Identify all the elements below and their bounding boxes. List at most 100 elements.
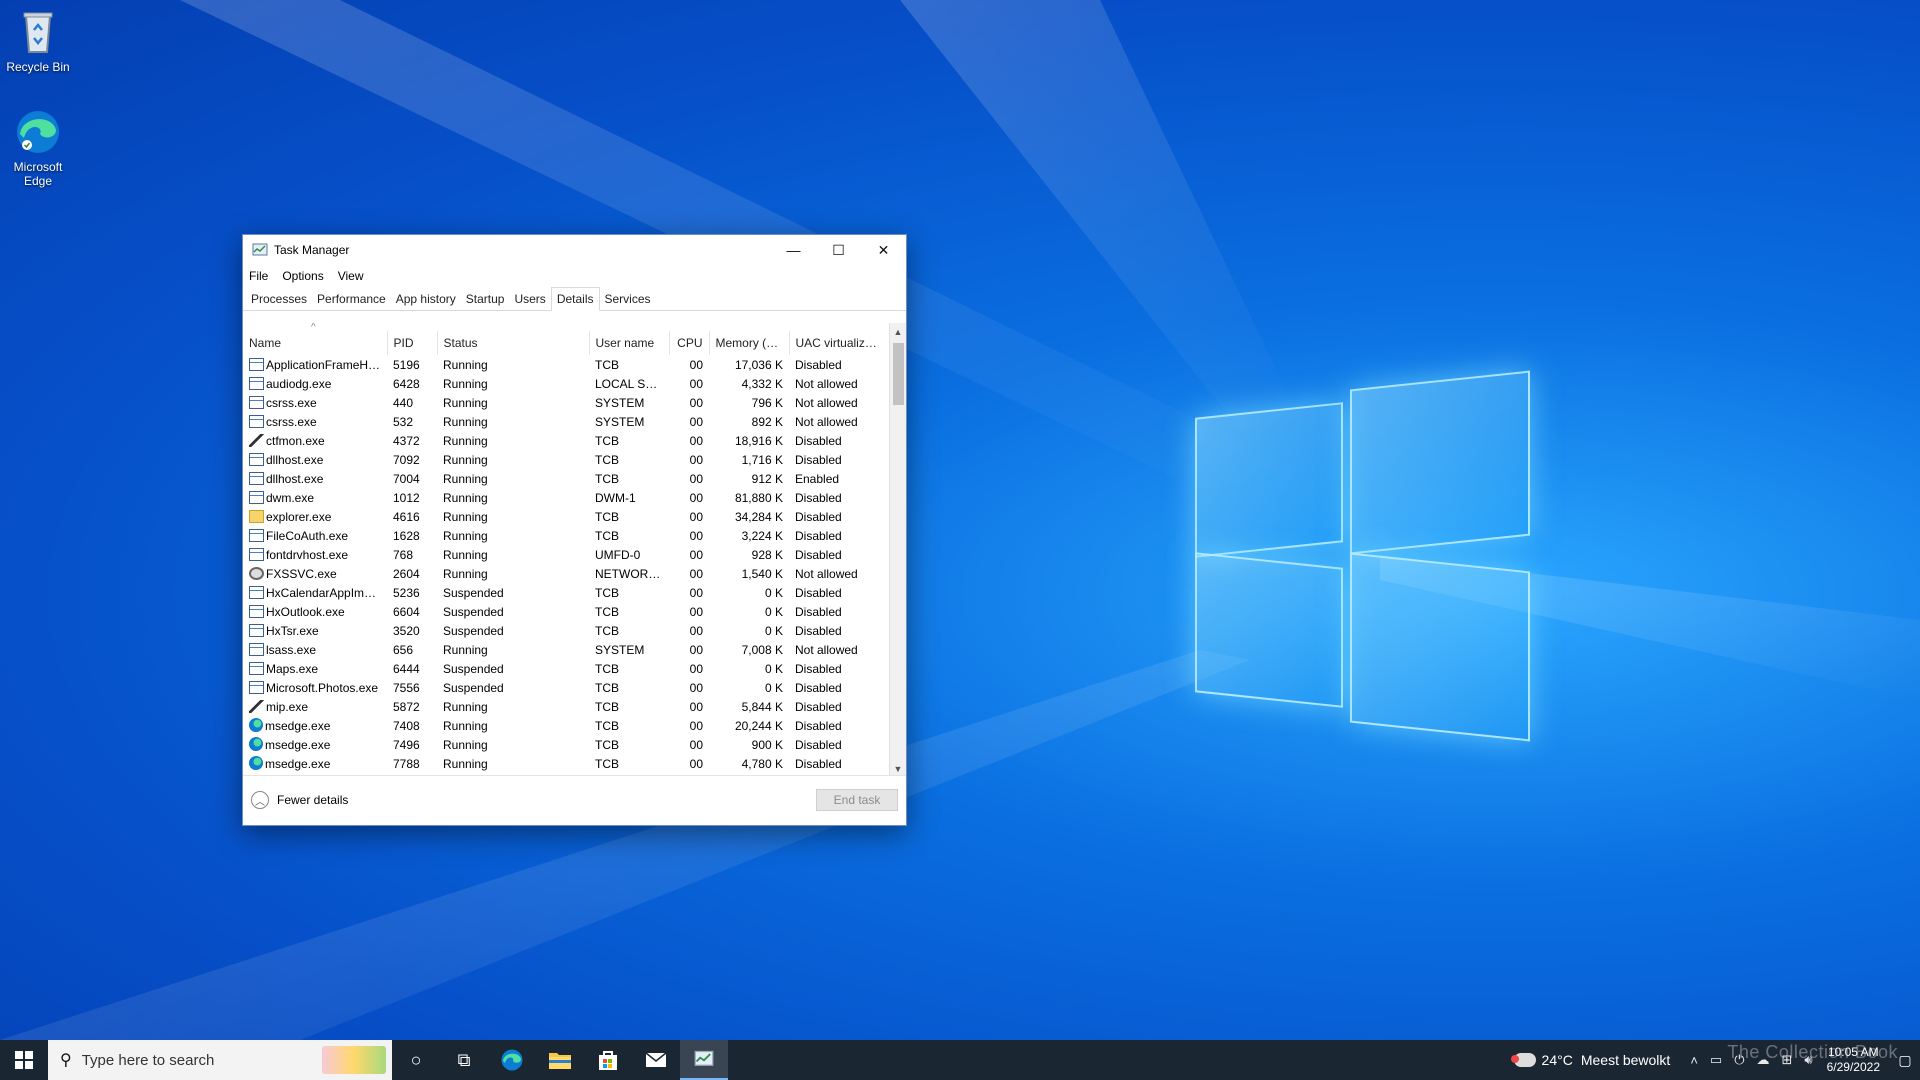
tab-app-history[interactable]: App history [391,288,461,310]
process-status: Running [443,452,488,467]
scroll-up-icon[interactable]: ▲ [890,323,906,340]
notification-icon: ▢ [1898,1051,1912,1068]
table-row[interactable]: HxCalendarAppImm... 5236 Suspended TCB 00 0 K… [243,583,889,602]
table-row[interactable]: dllhost.exe 7092 Running TCB 00 1,716 K Disabl… [243,450,889,469]
scrollbar-thumb[interactable] [893,343,904,405]
table-row[interactable]: HxOutlook.exe 6604 Suspended TCB 00 0 K Disabl… [243,602,889,621]
table-row[interactable]: ApplicationFrameHo... 5196 Running TCB 00 17,… [243,355,889,374]
column-header-status[interactable]: Status [437,331,590,355]
column-header-pid[interactable]: PID [387,331,438,355]
table-header: Name PID Status User name CPU Memory (a.… [243,331,890,355]
process-name-text: csrss.exe [266,414,317,429]
table-row[interactable]: HxTsr.exe 3520 Suspended TCB 00 0 K Disabled [243,621,889,640]
table-row[interactable]: audiodg.exe 6428 Running LOCAL SE... 00 4,332… [243,374,889,393]
tab-details[interactable]: Details [550,287,600,311]
table-row[interactable]: Microsoft.Photos.exe 7556 Suspended TCB 00 0 … [243,678,889,697]
file-explorer-icon [549,1053,571,1069]
process-memory: 900 K [751,737,783,752]
weather-description: Meest bewolkt [1580,1052,1671,1068]
process-user: TCB [595,471,619,486]
taskbar-mail-button[interactable] [632,1040,680,1080]
maximize-button[interactable]: ☐ [816,235,861,265]
process-user: SYSTEM [595,414,645,429]
process-uac: Disabled [795,661,842,676]
column-header-user-name[interactable]: User name [589,331,670,355]
process-status: Running [443,756,488,771]
taskbar-task-manager-button[interactable] [680,1040,728,1080]
menu-options[interactable]: Options [282,269,323,283]
window-process-icon [249,623,264,637]
tab-performance[interactable]: Performance [312,288,391,310]
table-row[interactable]: csrss.exe 532 Running SYSTEM 00 892 K Not allo… [243,412,889,431]
process-name-text: HxTsr.exe [266,623,319,638]
desktop-icon-edge[interactable]: Microsoft Edge [0,108,76,188]
table-row[interactable]: FXSSVC.exe 2604 Running NETWORK... 00 1,540 K… [243,564,889,583]
end-task-button[interactable]: End task [816,789,898,811]
table-row[interactable]: Maps.exe 6444 Suspended TCB 00 0 K Disabled [243,659,889,678]
menu-view[interactable]: View [338,269,364,283]
sort-indicator: ^ [311,323,316,333]
window-process-icon [249,471,264,485]
process-name-text: FXSSVC.exe [266,566,337,581]
process-uac: Disabled [795,699,842,714]
process-memory: 796 K [751,395,783,410]
table-row[interactable]: fontdrvhost.exe 768 Running UMFD-0 00 928 K Di… [243,545,889,564]
tab-processes[interactable]: Processes [246,288,312,310]
process-status: Running [443,528,488,543]
process-name-text: mip.exe [266,699,309,714]
taskbar-file-explorer-button[interactable] [536,1040,584,1080]
process-name: Microsoft.Photos.exe [243,678,387,697]
process-pid: 5196 [393,357,420,372]
desktop-icon-recycle-bin[interactable]: Recycle Bin [0,8,76,74]
cortana-button[interactable]: ○ [392,1040,440,1080]
fewer-details-button[interactable]: ︿ Fewer details [251,791,348,809]
process-name: lsass.exe [243,640,387,659]
table-row[interactable]: ctfmon.exe 4372 Running TCB 00 18,916 K Disabl… [243,431,889,450]
process-name: HxTsr.exe [243,621,387,640]
column-header-name[interactable]: Name [243,331,388,355]
tab-users[interactable]: Users [509,288,550,310]
column-header-uac[interactable]: UAC virtualizat... [789,331,890,355]
process-name: dwm.exe [243,488,387,507]
task-view-button[interactable]: ⧉ [440,1040,488,1080]
table-row[interactable]: msedge.exe 7408 Running TCB 00 20,244 K Disabl… [243,716,889,735]
column-header-cpu[interactable]: CPU [669,331,710,355]
table-row[interactable]: FileCoAuth.exe 1628 Running TCB 00 3,224 K Dis… [243,526,889,545]
table-row[interactable]: lsass.exe 656 Running SYSTEM 00 7,008 K Not al… [243,640,889,659]
tab-startup[interactable]: Startup [461,288,510,310]
table-row[interactable]: csrss.exe 440 Running SYSTEM 00 796 K Not allo… [243,393,889,412]
weather-widget[interactable]: 24°C Meest bewolkt [1510,1052,1671,1068]
process-user: TCB [595,433,619,448]
taskbar-store-button[interactable] [584,1040,632,1080]
process-memory: 17,036 K [734,357,783,372]
menu-file[interactable]: File [249,269,268,283]
table-row[interactable]: msedge.exe 7788 Running TCB 00 4,780 K Disable… [243,754,889,773]
chevron-up-icon: ︿ [251,791,269,809]
process-user: UMFD-0 [595,547,641,562]
close-button[interactable]: ✕ [861,235,906,265]
process-memory: 34,284 K [734,509,783,524]
chevron-up-icon[interactable]: ˄ [1690,1053,1698,1068]
taskbar-search-box[interactable]: ⚲ Type here to search [48,1040,392,1080]
table-row[interactable]: dwm.exe 1012 Running DWM-1 00 81,880 K Disable… [243,488,889,507]
process-cpu: 00 [689,756,703,771]
table-row[interactable]: dllhost.exe 7004 Running TCB 00 912 K Enabled [243,469,889,488]
taskbar-edge-button[interactable] [488,1040,536,1080]
start-button[interactable] [0,1040,48,1080]
process-pid: 4616 [393,509,420,524]
process-pid: 6444 [393,661,420,676]
table-row[interactable]: msedge.exe 7496 Running TCB 00 900 K Disabled [243,735,889,754]
tab-services[interactable]: Services [600,288,656,310]
column-header-memory[interactable]: Memory (a... [709,331,790,355]
process-pid: 1012 [393,490,420,505]
minimize-button[interactable]: — [771,235,816,265]
process-name: mip.exe [243,697,387,716]
title-bar[interactable]: Task Manager — ☐ ✕ [243,235,906,265]
tablet-icon[interactable]: ▭ [1710,1052,1722,1068]
table-row[interactable]: explorer.exe 4616 Running TCB 00 34,284 K Disa… [243,507,889,526]
table-row[interactable]: mip.exe 5872 Running TCB 00 5,844 K Disabled [243,697,889,716]
process-cpu: 00 [689,452,703,467]
vertical-scrollbar[interactable]: ▲ ▼ [889,323,906,777]
process-name-text: ApplicationFrameHo... [266,357,385,372]
process-uac: Disabled [795,490,842,505]
